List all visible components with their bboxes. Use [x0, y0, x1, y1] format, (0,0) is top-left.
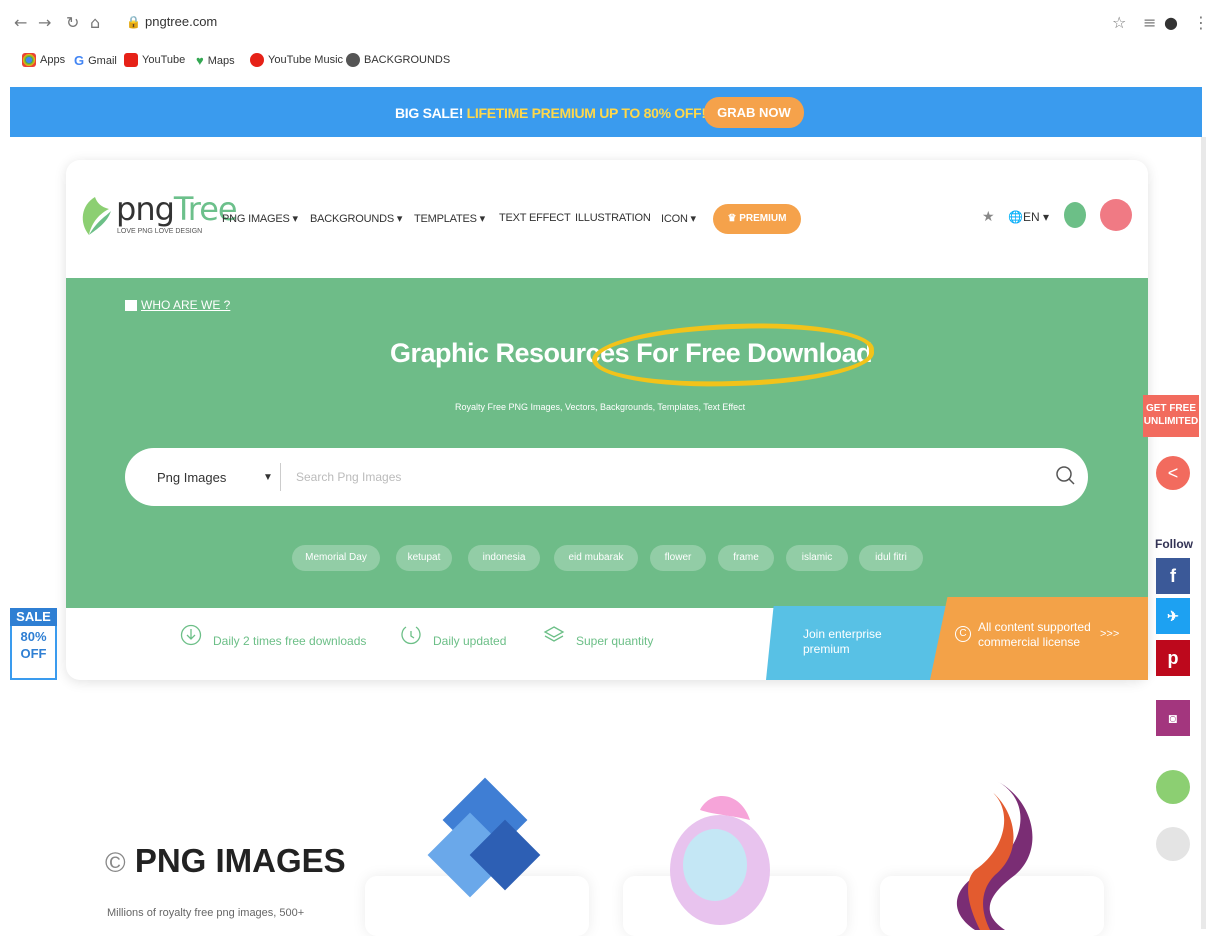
sale-percent: 80% [20, 629, 47, 644]
nav-text-effect[interactable]: TEXT EFFECT [499, 212, 571, 224]
grab-now-button[interactable]: GRAB NOW [704, 97, 804, 128]
tag-chip[interactable]: indonesia [468, 545, 540, 571]
maps-icon: ♥ [196, 53, 204, 68]
follow-label: Follow [1155, 537, 1193, 551]
bookmark-label: YouTube Music [268, 54, 344, 66]
home-icon[interactable]: ⌂ [90, 13, 100, 32]
language-selector[interactable]: 🌐EN ▾ [1008, 210, 1049, 224]
section-description: Millions of royalty free png images, 500… [107, 907, 305, 919]
logo-wordmark[interactable]: pngTree [116, 190, 238, 228]
feature-daily-updated: Daily updated [433, 634, 507, 648]
promo-text: BIG SALE! LIFETIME PREMIUM UP TO 80% OFF… [395, 105, 706, 121]
bookmark-apps[interactable]: Apps [22, 53, 65, 67]
avatar[interactable] [1100, 199, 1132, 231]
section-title: © PNG IMAGES [105, 842, 346, 879]
tag-chip[interactable]: frame [718, 545, 774, 571]
nav-templates[interactable]: TEMPLATES ▾ [414, 212, 485, 225]
sale-label: SALE [10, 608, 57, 626]
youtube-icon [124, 53, 138, 67]
pngtree-logo-icon[interactable] [77, 195, 113, 239]
twitter-icon[interactable]: ✈ [1156, 598, 1190, 634]
tag-chip[interactable]: ketupat [396, 545, 452, 571]
who-label: WHO ARE WE ? [141, 298, 231, 312]
tag-chip[interactable]: Memorial Day [292, 545, 380, 571]
favorites-star-icon[interactable]: ★ [982, 208, 995, 225]
logo-tagline: LOVE PNG LOVE DESIGN [117, 228, 203, 235]
get-free-unlimited-button[interactable]: GET FREE UNLIMITED [1143, 395, 1199, 437]
instagram-icon[interactable]: ◙ [1156, 700, 1190, 736]
notification-icon[interactable] [1064, 202, 1086, 228]
tag-chip[interactable]: islamic [786, 545, 848, 571]
tag-chip[interactable]: flower [650, 545, 706, 571]
tag-chip[interactable]: eid mubarak [554, 545, 638, 571]
facebook-icon[interactable]: f [1156, 558, 1190, 594]
search-input[interactable] [296, 463, 1036, 491]
reload-icon[interactable]: ↻ [66, 13, 79, 32]
url-text[interactable]: pngtree.com [145, 14, 217, 29]
hero-subtitle: Royalty Free PNG Images, Vectors, Backgr… [455, 402, 746, 412]
nav-png-images[interactable]: PNG IMAGES ▾ [222, 212, 298, 225]
feature-daily-downloads: Daily 2 times free downloads [213, 634, 367, 648]
scroll-top-icon[interactable] [1156, 827, 1190, 861]
clock-icon [401, 626, 421, 645]
search-icon[interactable] [1055, 465, 1077, 487]
caret-down-icon[interactable]: ▼ [263, 472, 273, 483]
holographic-illustration [670, 796, 770, 925]
star-icon[interactable]: ☆ [1112, 13, 1126, 32]
sale-off: OFF [20, 646, 47, 661]
download-icon [180, 624, 202, 646]
feature-super-quantity: Super quantity [576, 634, 654, 648]
bookmark-label: BACKGROUNDS [364, 54, 451, 66]
tag-chip[interactable]: idul fitri [859, 545, 923, 571]
swirl-illustration [956, 780, 1033, 930]
bookmark-label: Maps [207, 54, 235, 67]
bookmark-backgrounds[interactable]: BACKGROUNDS [346, 53, 450, 67]
sale-badge[interactable]: SALE 80% OFF [10, 608, 57, 680]
profile-icon[interactable]: ● [1164, 13, 1178, 32]
menu-icon[interactable]: ⋮ [1193, 13, 1206, 32]
bookmark-gmail[interactable]: G Gmail [74, 53, 117, 68]
nav-backgrounds[interactable]: BACKGROUNDS ▾ [310, 212, 402, 225]
premium-button[interactable]: ♛ PREMIUM [713, 204, 801, 234]
copyright-icon: C [955, 626, 971, 642]
bookmark-youtube[interactable]: YouTube [124, 53, 185, 67]
scrollbar[interactable] [1201, 137, 1206, 929]
arrows-icon: >>> [1100, 628, 1120, 640]
nav-icon[interactable]: ICON ▾ [661, 212, 696, 225]
share-icon[interactable]: < [1156, 456, 1190, 490]
enterprise-label: Join enterprise premium [803, 627, 882, 656]
forward-icon[interactable]: → [38, 13, 51, 32]
globe-icon [346, 53, 360, 67]
search-type-select[interactable]: Png Images [157, 470, 226, 485]
bookmark-label: Apps [40, 54, 66, 66]
bookmark-youtube-music[interactable]: YouTube Music [250, 53, 343, 67]
bookmark-label: Gmail [88, 54, 117, 67]
license-label: All content supported commercial license [978, 620, 1091, 649]
search-divider [280, 463, 281, 491]
pinterest-icon[interactable]: p [1156, 640, 1190, 676]
who-are-we-link[interactable]: WHO ARE WE ? [125, 298, 230, 312]
diamond-illustration [427, 777, 541, 898]
lock-icon: 🔒 [126, 15, 141, 29]
bookmark-maps[interactable]: ♥ Maps [196, 53, 235, 68]
apps-icon [22, 53, 36, 67]
calendar-icon [125, 299, 137, 311]
google-icon: G [74, 53, 85, 68]
nav-illustration[interactable]: ILLUSTRATION [575, 212, 651, 224]
youtube-music-icon [250, 53, 264, 67]
mail-icon[interactable] [1156, 770, 1190, 804]
layers-icon [543, 626, 565, 642]
back-icon[interactable]: ← [14, 13, 27, 32]
bookmark-label: YouTube [142, 54, 186, 66]
reading-list-icon[interactable]: ≡ [1143, 13, 1156, 32]
